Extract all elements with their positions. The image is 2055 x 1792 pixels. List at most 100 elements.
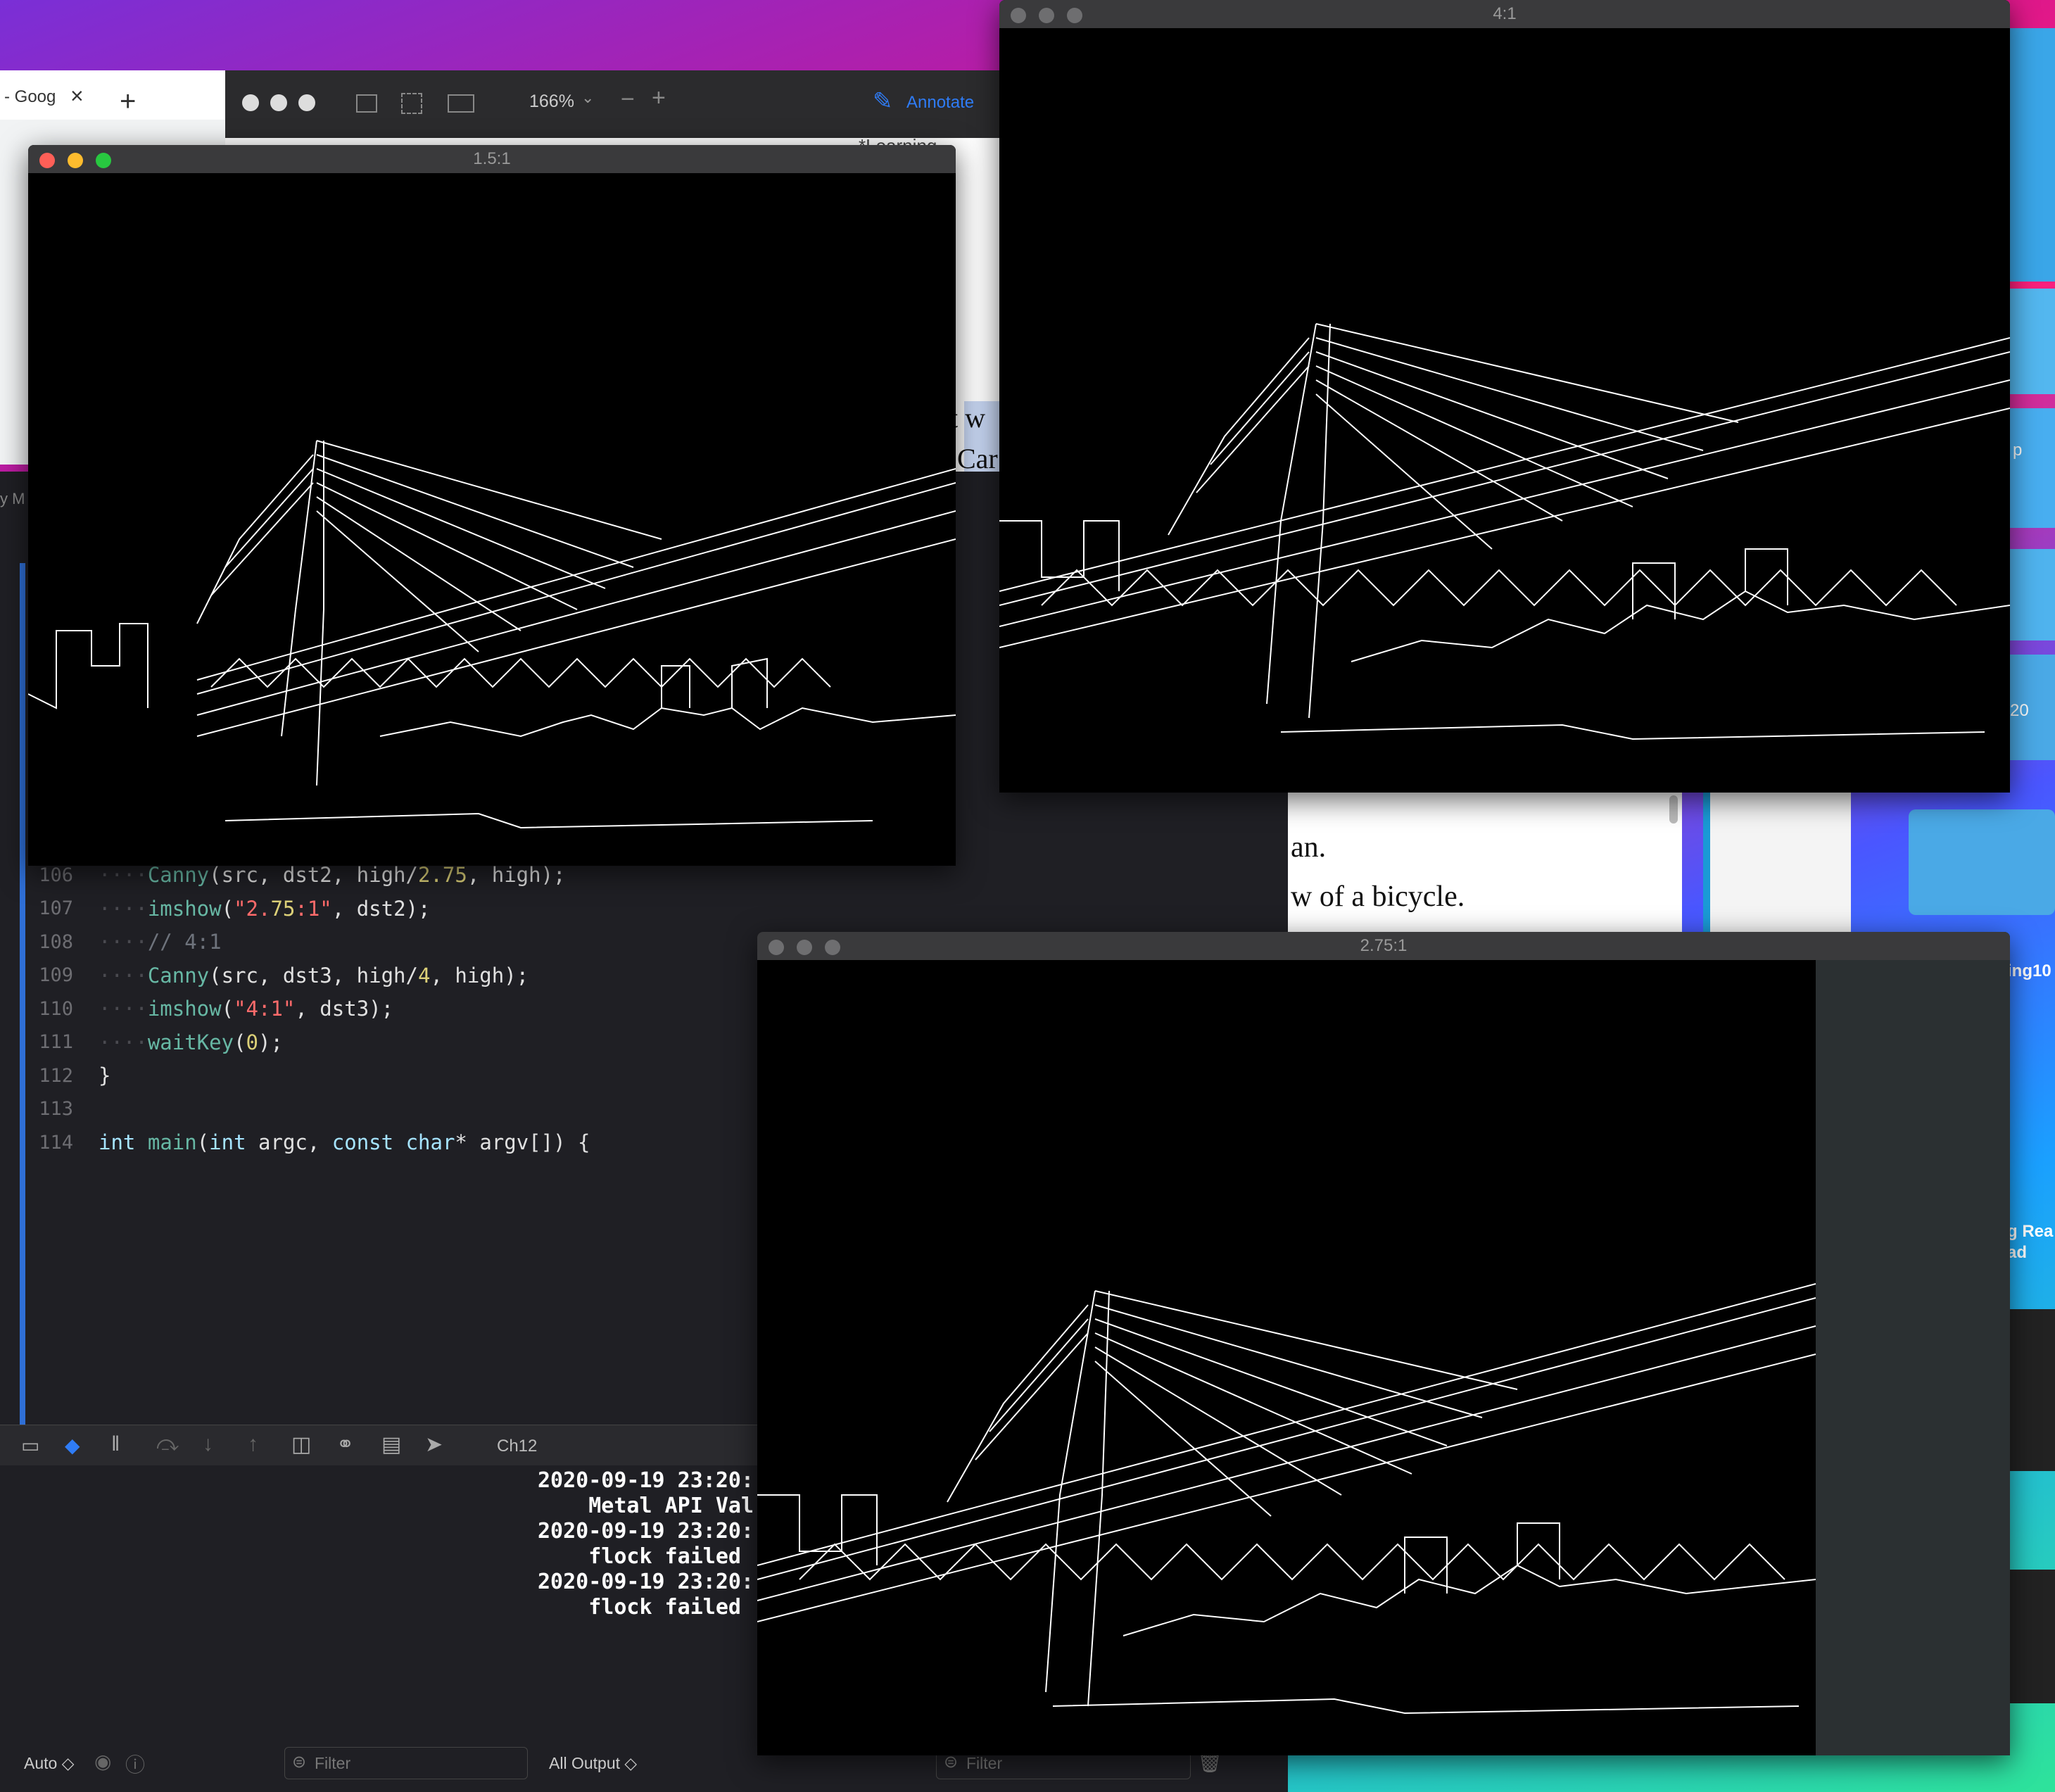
auto-selector[interactable]: Auto ◇ <box>24 1754 74 1773</box>
zoom-out-button[interactable]: − <box>621 86 635 113</box>
document-text-line-1: an. <box>1291 831 1327 864</box>
edge-image <box>28 440 956 829</box>
info-icon[interactable]: ⓘ <box>125 1750 145 1778</box>
close-icon[interactable]: × <box>70 83 84 109</box>
folder-label: p <box>2013 441 2023 460</box>
folder-icon[interactable] <box>2010 549 2055 641</box>
filter-placeholder: Filter <box>966 1754 1003 1772</box>
code-line[interactable]: 110 ····imshow("4:1", dst3); <box>28 992 760 1025</box>
code-line[interactable]: 114 int main(int argc, const char* argv[]… <box>28 1126 760 1159</box>
close-button[interactable] <box>39 153 55 168</box>
window-title-bar[interactable]: 4:1 <box>999 0 2010 28</box>
code-line[interactable]: 108 ····// 4:1 <box>28 926 760 958</box>
window-2-75: 2.75:1 <box>757 932 2010 1755</box>
window-title-bar[interactable]: 2.75:1 <box>757 932 2010 960</box>
line-number: 114 <box>39 1131 73 1154</box>
zoom-button[interactable] <box>96 153 111 168</box>
environment-icon[interactable]: ▤ <box>381 1432 401 1457</box>
line-number: 108 <box>39 930 73 953</box>
line-number: 110 <box>39 997 73 1020</box>
hide-debug-icon[interactable]: ▭ <box>21 1434 39 1457</box>
view-hierarchy-icon[interactable]: ◫ <box>291 1432 311 1457</box>
browser-tab[interactable]: - Goog × <box>0 70 225 120</box>
step-out-icon[interactable]: ↑ <box>248 1432 258 1456</box>
eye-icon[interactable]: ◉ <box>94 1750 111 1773</box>
code-text: ····waitKey(0); <box>99 1030 283 1054</box>
chevron-down-icon[interactable]: ⌄ <box>581 89 594 107</box>
sidebar-icon[interactable] <box>356 94 377 113</box>
edge-image <box>757 960 2010 1755</box>
code-text: ····Canny(src, dst2, high/2.75, high); <box>99 863 566 887</box>
scrollbar[interactable] <box>1669 795 1678 824</box>
sidebar-label: y M <box>0 490 25 507</box>
close-button[interactable] <box>1011 8 1026 23</box>
code-line[interactable]: 112} <box>28 1059 760 1092</box>
code-area: 96*/97void exercise1() {98····Mat src = … <box>28 529 760 1200</box>
step-over-icon[interactable]: ⤼ <box>156 1432 179 1456</box>
zoom-button[interactable] <box>298 94 315 111</box>
window-4: 4:1 <box>999 0 2010 793</box>
image-canvas <box>28 173 956 866</box>
folder-icon[interactable] <box>2010 28 2055 282</box>
line-number: 106 <box>39 864 73 886</box>
output-selector[interactable]: All Output ◇ <box>549 1754 637 1773</box>
code-text: int main(int argc, const char* argv[]) { <box>99 1130 590 1154</box>
console-line: 2020-09-19 23:20: <box>538 1519 754 1544</box>
variables-filter-field[interactable]: ⊜ Filter <box>284 1747 528 1779</box>
console-line: 2020-09-19 23:20: <box>538 1570 754 1594</box>
image-thumbnail[interactable] <box>2010 1309 2055 1471</box>
variables-pane: Auto ◇ ◉ ⓘ ⊜ Filter <box>0 1465 536 1792</box>
target-label[interactable]: Ch12 <box>497 1437 537 1456</box>
code-line[interactable]: 107 ····imshow("2.75:1", dst2); <box>28 892 760 925</box>
pause-icon[interactable]: ‖ <box>111 1432 120 1456</box>
code-line[interactable]: 113 <box>28 1093 760 1125</box>
minimize-button[interactable] <box>270 94 287 111</box>
minimize-button[interactable] <box>68 153 83 168</box>
image-canvas <box>757 960 2010 1755</box>
breakpoint-icon[interactable]: ◆ <box>65 1434 80 1457</box>
zoom-button[interactable] <box>1067 8 1082 23</box>
folder-label: ing10 <box>2007 961 2051 980</box>
line-number: 111 <box>39 1031 73 1053</box>
new-tab-icon[interactable]: + <box>120 86 136 118</box>
line-number: 109 <box>39 964 73 986</box>
code-text: } <box>99 1064 111 1087</box>
code-line[interactable]: 111 ····waitKey(0); <box>28 1026 760 1059</box>
filter-icon: ⊜ <box>292 1753 307 1772</box>
memory-graph-icon[interactable]: ⚭ <box>336 1432 354 1457</box>
pencil-icon[interactable]: ✎ <box>873 87 893 115</box>
code-text: ····imshow("4:1", dst3); <box>99 997 394 1021</box>
code-text: ····imshow("2.75:1", dst2); <box>99 896 431 921</box>
line-number: 112 <box>39 1064 73 1087</box>
code-text: ····// 4:1 <box>99 930 222 954</box>
folder-icon[interactable] <box>2010 408 2055 528</box>
minimize-button[interactable] <box>1039 8 1054 23</box>
folder-label: 20 <box>2010 701 2029 720</box>
grid-icon[interactable] <box>401 93 422 114</box>
zoom-level[interactable]: 166% <box>529 92 574 112</box>
code-line[interactable]: 109 ····Canny(src, dst3, high/4, high); <box>28 959 760 992</box>
contact-sheet-icon[interactable] <box>448 94 474 113</box>
console-line: flock failed <box>538 1544 741 1569</box>
folder-icon[interactable] <box>1909 809 2055 915</box>
line-number: 107 <box>39 897 73 919</box>
page-thumbnail[interactable] <box>1703 788 1851 936</box>
filter-placeholder: Filter <box>315 1754 351 1772</box>
zoom-in-button[interactable]: + <box>652 84 666 112</box>
folder-icon[interactable] <box>2010 289 2055 394</box>
zoom-button[interactable] <box>825 940 840 955</box>
close-button[interactable] <box>242 94 259 111</box>
preview-toolbar: 166% ⌄ − + ✎ Annotate <box>225 70 999 138</box>
code-text: ····Canny(src, dst3, high/4, high); <box>99 963 529 988</box>
console-line: Metal API Val <box>538 1494 754 1518</box>
minimize-button[interactable] <box>797 940 812 955</box>
image-thumbnail[interactable] <box>2010 1570 2055 1703</box>
step-into-icon[interactable]: ↓ <box>203 1432 213 1456</box>
location-icon[interactable]: ➤ <box>425 1432 443 1457</box>
folder-label: g Rea <box>2007 1222 2054 1241</box>
window-title-bar[interactable]: 1.5:1 <box>28 145 956 173</box>
close-button[interactable] <box>769 940 784 955</box>
partial-text-2: Car <box>957 443 998 474</box>
window-title: 2.75:1 <box>1360 936 1408 955</box>
annotate-button[interactable]: Annotate <box>906 93 974 113</box>
